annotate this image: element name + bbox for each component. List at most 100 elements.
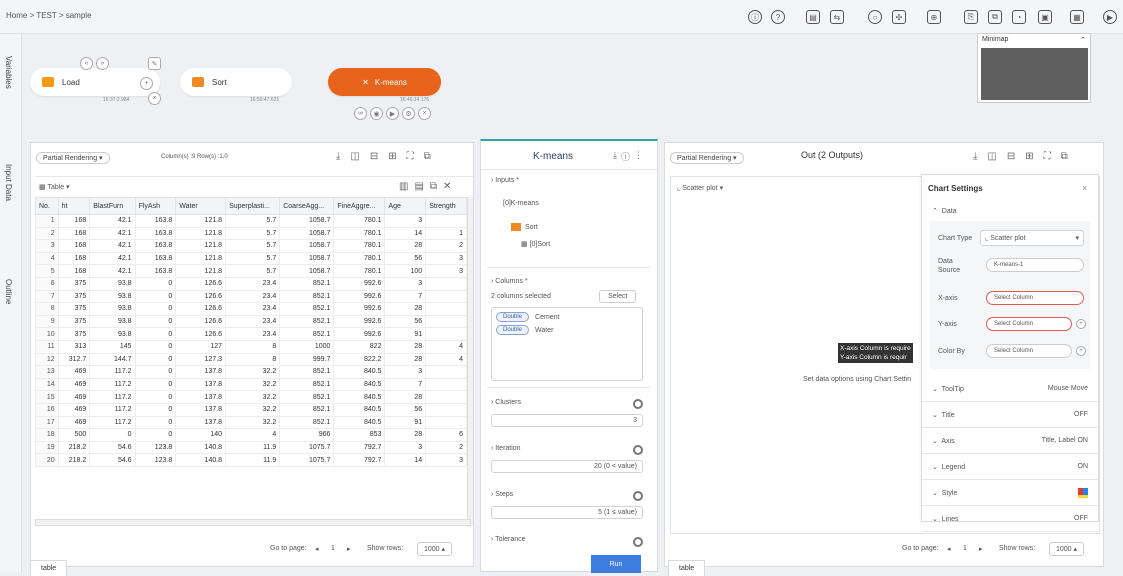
save-icon[interactable]: ▤ xyxy=(806,10,820,24)
table-row[interactable]: 14 469 117.2 0 137.8 32.2 852.1 840.5 7 xyxy=(35,377,467,392)
table-row[interactable]: 19 218.2 54.6 123.8 140.8 11.9 1075.7 792.7 3 2 xyxy=(35,440,467,455)
grid-icon[interactable]: ⊞ xyxy=(388,151,396,162)
next-page-icon[interactable]: ▸ xyxy=(347,545,351,553)
column-chart-icon[interactable]: ▤ xyxy=(414,181,423,192)
column-header[interactable]: Age xyxy=(384,197,427,215)
table-row[interactable]: 15 469 117.2 0 137.8 32.2 852.1 840.5 28 xyxy=(35,390,467,404)
table-row[interactable]: 10 375 93.8 0 126.6 23.4 852.1 992.6 91 xyxy=(35,327,467,341)
help-icon[interactable]: ? xyxy=(771,10,785,24)
column-header[interactable]: FlyAsh xyxy=(134,197,177,215)
inputs-header[interactable]: › Inputs * xyxy=(491,177,519,184)
out-rows-select[interactable]: 1000 ▴ xyxy=(1049,542,1085,556)
settings-row-axis[interactable]: ⌄ Axis Title, Label ON xyxy=(922,428,1098,454)
add-node-icon[interactable]: + xyxy=(140,77,153,90)
settings-node-icon[interactable]: ⚙ xyxy=(402,107,415,120)
table-row[interactable]: 17 469 117.2 0 137.8 32.2 852.1 840.5 91 xyxy=(35,415,467,430)
table-row[interactable]: 3 168 42.1 163.8 121.8 5.7 1058.7 780.1 28 2 xyxy=(35,239,467,253)
more-icon[interactable]: ⋮ xyxy=(634,150,643,163)
column-item[interactable]: Double Water xyxy=(496,325,553,335)
bar-chart-icon[interactable]: ▥ xyxy=(399,181,408,192)
column-header[interactable]: Water xyxy=(175,197,227,215)
column-header[interactable]: Strength xyxy=(425,197,467,215)
rendering-dropdown[interactable]: Partial Rendering ▾ xyxy=(36,152,110,164)
table-hscroll[interactable] xyxy=(35,519,471,526)
run-button[interactable]: Run xyxy=(591,555,641,573)
settings-row-tooltip[interactable]: ⌄ ToolTip Mouse Move xyxy=(922,376,1098,402)
settings-row-lines[interactable]: ⌄ Lines OFF xyxy=(922,506,1098,532)
add-yaxis-icon[interactable]: + xyxy=(1076,319,1086,329)
collapse-icon[interactable]: ⌃ xyxy=(1080,36,1086,44)
edit-icon[interactable]: ✎ xyxy=(148,57,161,70)
steps-header[interactable]: › Steps xyxy=(491,491,513,498)
close-icon[interactable]: × xyxy=(1082,183,1087,193)
tab-table-left[interactable]: table xyxy=(30,560,68,576)
settings-row-title[interactable]: ⌄ Title OFF xyxy=(922,402,1098,428)
play-icon[interactable]: ▶ xyxy=(1103,10,1117,24)
layout-two-icon[interactable]: ⊟ xyxy=(1007,151,1015,162)
clusters-settings-icon[interactable] xyxy=(633,399,643,409)
tolerance-settings-icon[interactable] xyxy=(633,537,643,547)
tolerance-header[interactable]: › Tolerance xyxy=(491,536,526,543)
history-icon[interactable]: ◔ xyxy=(1012,10,1026,24)
column-header[interactable]: ht xyxy=(57,197,91,215)
layout-one-icon[interactable]: ◫ xyxy=(350,151,359,162)
clusters-input[interactable]: 3 xyxy=(491,414,643,427)
rail-input-data[interactable]: Input Data xyxy=(4,164,13,201)
grid-icon[interactable]: ⊞ xyxy=(1025,151,1033,162)
clipboard-icon[interactable]: ▣ xyxy=(1038,10,1052,24)
column-header[interactable]: No. xyxy=(35,197,59,215)
data-section-toggle[interactable]: ⌃ Data xyxy=(932,207,957,215)
view-icon[interactable]: ◉ xyxy=(370,107,383,120)
table-row[interactable]: 1 168 42.1 163.8 121.8 5.7 1058.7 780.1 3 xyxy=(35,214,467,228)
input-sort-ref[interactable]: ▦ [0]Sort xyxy=(521,240,550,248)
select-columns-button[interactable]: Select xyxy=(599,290,637,303)
download-icon[interactable]: ⤓ xyxy=(973,151,977,162)
table-row[interactable]: 4 168 42.1 163.8 121.8 5.7 1058.7 780.1 56 3 xyxy=(35,251,467,266)
layout-one-icon[interactable]: ◫ xyxy=(987,151,996,162)
iteration-header[interactable]: › Iteration xyxy=(491,445,521,452)
steps-settings-icon[interactable] xyxy=(633,491,643,501)
column-item[interactable]: Double Cement xyxy=(496,312,560,322)
add-colorby-icon[interactable]: + xyxy=(1076,346,1086,356)
table-row[interactable]: 2 168 42.1 163.8 121.8 5.7 1058.7 780.1 14 1 xyxy=(35,226,467,241)
rows-select[interactable]: 1000 ▴ xyxy=(417,542,453,556)
steps-input[interactable]: 5 (1 ≤ value) xyxy=(491,506,643,519)
layout-two-icon[interactable]: ⊟ xyxy=(370,151,378,162)
table-row[interactable]: 8 375 93.8 0 126.6 23.4 852.1 992.6 28 xyxy=(35,302,467,316)
fullscreen-icon[interactable]: ⛶ xyxy=(407,151,414,162)
link-icon[interactable]: ∞ xyxy=(354,107,367,120)
out-rendering-dropdown[interactable]: Partial Rendering ▾ xyxy=(670,152,744,164)
clusters-header[interactable]: › Clusters xyxy=(491,399,521,406)
node-kmeans[interactable]: ✕ K-means xyxy=(328,68,441,96)
tab-table-right[interactable]: table xyxy=(668,560,706,576)
table-row[interactable]: 16 469 117.2 0 137.8 32.2 852.1 840.5 56 xyxy=(35,402,467,417)
table-row[interactable]: 11 313 145 0 127 8 1000 822 28 4 xyxy=(35,339,467,354)
popout-icon[interactable]: ⧉ xyxy=(1061,151,1068,162)
table-row[interactable]: 9 375 93.8 0 126.6 23.4 852.1 992.6 56 xyxy=(35,314,467,329)
info-icon[interactable]: ⓘ xyxy=(748,10,762,24)
rail-outline[interactable]: Outline xyxy=(4,279,13,304)
copy-icon[interactable]: ⧉ xyxy=(988,10,1002,24)
table-row[interactable]: 18 500 0 0 140 4 966 853 28 6 xyxy=(35,428,467,442)
table-row[interactable]: 20 218.2 54.6 123.8 140.8 11.9 1075.7 792.7 14 3 xyxy=(35,453,467,467)
download-icon[interactable]: ⤓ xyxy=(336,151,340,162)
chart-type-select[interactable]: ⌞ Scatter plot ▾ xyxy=(980,230,1084,246)
help-icon[interactable]: ⓘ xyxy=(621,150,630,163)
yaxis-select[interactable]: Select Column xyxy=(986,317,1072,331)
column-header[interactable]: Superplasti... xyxy=(225,197,281,215)
table-row[interactable]: 13 469 117.2 0 137.8 32.2 852.1 840.5 3 xyxy=(35,365,467,379)
breadcrumb[interactable]: Home > TEST > sample xyxy=(6,11,92,20)
input-sort[interactable]: Sort xyxy=(511,223,538,231)
popout-icon[interactable]: ⧉ xyxy=(424,151,431,162)
minimap-view[interactable] xyxy=(981,48,1088,100)
data-source-field[interactable]: K-means-1 xyxy=(986,258,1084,272)
collapse-left-icon[interactable]: « xyxy=(80,57,93,70)
export-icon[interactable]: ⎘ xyxy=(964,10,978,24)
table-view-dropdown[interactable]: ▦ Table ▾ xyxy=(39,183,70,191)
table-vscroll[interactable] xyxy=(467,197,473,527)
column-header[interactable]: BlastFurn xyxy=(89,197,136,215)
delete-node-icon[interactable]: × xyxy=(148,92,161,105)
settings-row-style[interactable]: ⌄ Style xyxy=(922,480,1098,506)
iteration-settings-icon[interactable] xyxy=(633,445,643,455)
out-prev-page-icon[interactable]: ◂ xyxy=(947,545,951,553)
